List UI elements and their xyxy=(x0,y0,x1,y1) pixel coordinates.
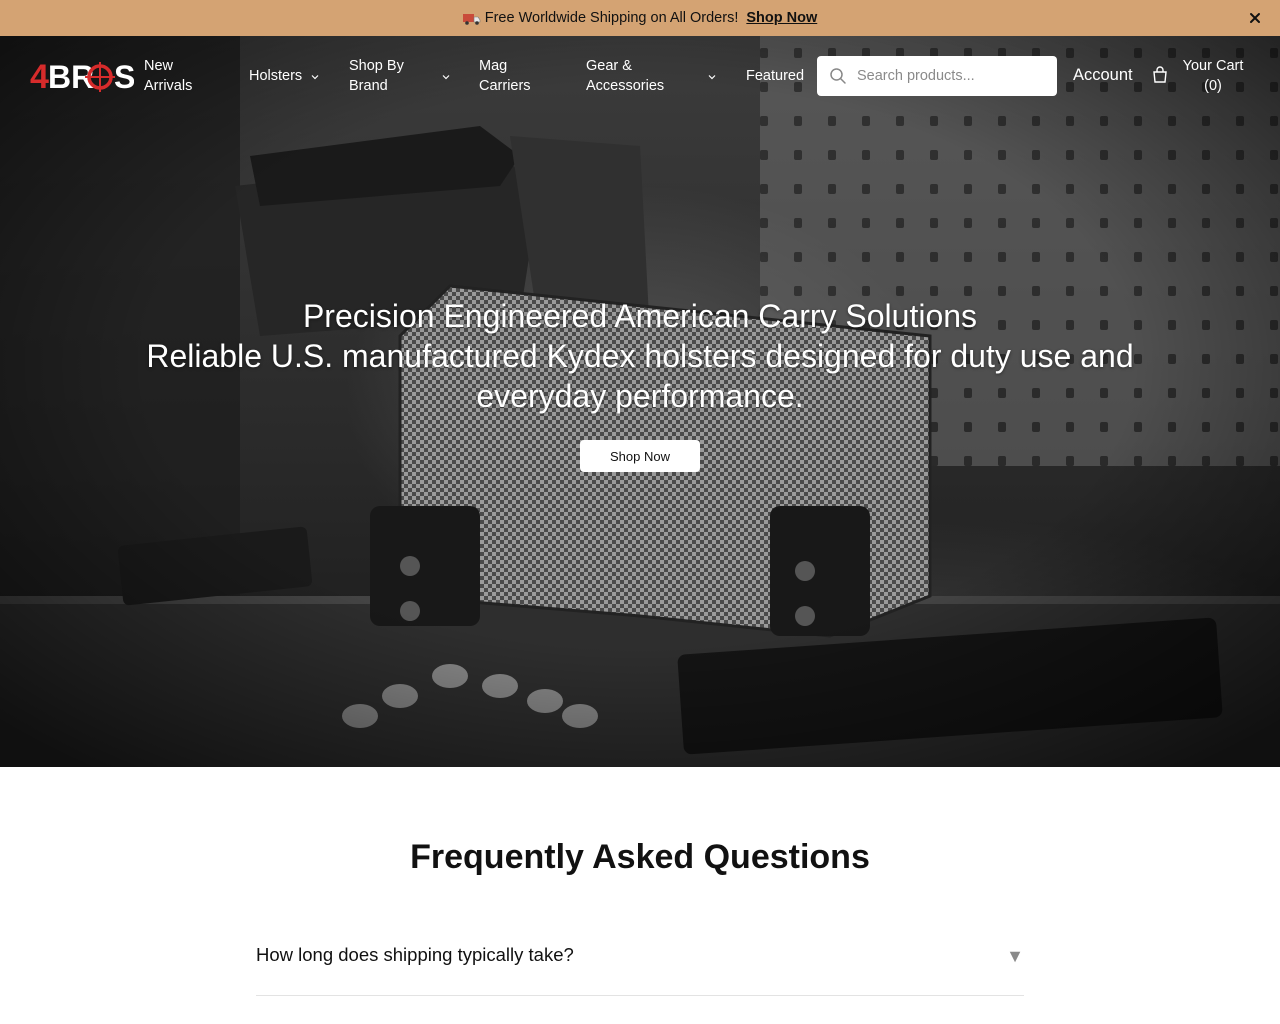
nav-holsters-label: Holsters xyxy=(249,68,303,84)
brand-logo[interactable]: 4 BR S xyxy=(30,54,134,98)
svg-text:S: S xyxy=(114,59,134,95)
nav-gear-accessories-line2: Accessories xyxy=(586,78,665,94)
chevron-down-icon xyxy=(311,75,319,80)
close-icon[interactable] xyxy=(1246,9,1264,27)
truck-icon xyxy=(462,14,481,25)
nav-new-arrivals[interactable]: New Arrivals xyxy=(144,56,192,96)
nav-new-arrivals-line2: Arrivals xyxy=(144,78,193,94)
nav-mag-carriers-line1: Mag xyxy=(479,58,508,74)
announcement-bar: Free Worldwide Shipping on All Orders! S… xyxy=(0,0,1280,36)
faq-question: How long does shipping typically take? xyxy=(256,944,574,965)
nav-mag-carriers-line2: Carriers xyxy=(479,78,531,94)
search-icon[interactable] xyxy=(829,67,847,85)
shopping-bag-icon[interactable] xyxy=(1152,66,1168,84)
svg-text:4: 4 xyxy=(30,58,49,96)
nav-holsters[interactable]: Holsters xyxy=(249,66,302,86)
nav-mag-carriers[interactable]: Mag Carriers xyxy=(479,56,531,96)
nav-shop-by-brand-line2: Brand xyxy=(349,78,388,94)
nav-featured[interactable]: Featured xyxy=(746,66,804,86)
cart-count: (0) xyxy=(1204,78,1222,94)
announcement-text: Free Worldwide Shipping on All Orders! xyxy=(484,10,739,26)
nav-shop-by-brand[interactable]: Shop By Brand xyxy=(349,56,404,96)
faq-item[interactable]: How long does shipping typically take? ▼ xyxy=(256,924,1024,996)
chevron-down-icon xyxy=(442,75,450,80)
search-input[interactable] xyxy=(857,68,1047,84)
account-link[interactable]: Account xyxy=(1073,66,1133,85)
nav-new-arrivals-line1: New xyxy=(144,58,174,74)
nav-gear-accessories-line1: Gear & xyxy=(586,58,632,74)
faq-title: Frequently Asked Questions xyxy=(410,838,870,876)
hero-title: Precision Engineered American Carry Solu… xyxy=(302,298,978,334)
chevron-down-icon xyxy=(708,75,716,80)
search-bar[interactable] xyxy=(817,56,1057,96)
hero-shop-now-button[interactable]: Shop Now xyxy=(580,440,700,472)
nav-gear-accessories[interactable]: Gear & Accessories xyxy=(586,56,664,96)
cart-label: Your Cart xyxy=(1182,58,1244,74)
expand-arrow-icon[interactable]: ▼ xyxy=(1006,946,1024,966)
nav-featured-label: Featured xyxy=(746,68,805,84)
site-header: 4 BR S New Arrivals Holsters Shop By Bra… xyxy=(0,36,1280,116)
hero-subtitle: Reliable U.S. manufactured Kydex holster… xyxy=(146,338,1134,414)
announcement-shop-now-link[interactable]: Shop Now xyxy=(746,10,817,26)
cart-link[interactable]: Your Cart (0) xyxy=(1176,56,1250,96)
nav-shop-by-brand-line1: Shop By xyxy=(349,58,404,74)
